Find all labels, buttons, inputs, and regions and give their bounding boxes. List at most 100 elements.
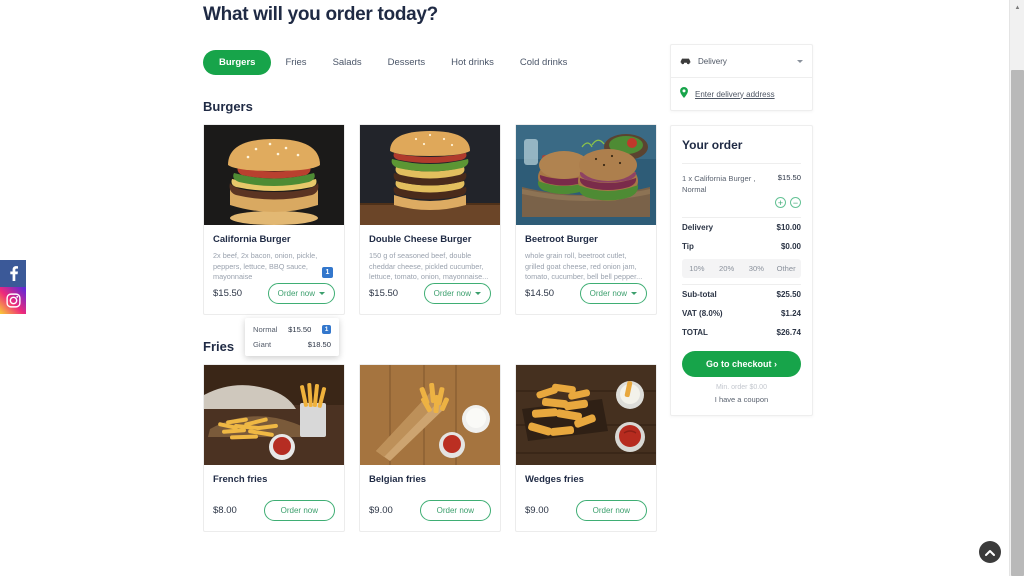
decrease-quantity-button[interactable]: − <box>790 197 801 208</box>
product-name: California Burger <box>213 234 291 245</box>
product-name: Wedges fries <box>525 474 584 485</box>
delivery-fee-row: Delivery $10.00 <box>682 218 801 237</box>
chevron-down-icon <box>475 292 481 295</box>
section-title-burgers: Burgers <box>203 99 253 114</box>
size-option-label: Giant <box>253 340 272 349</box>
product-card[interactable]: Belgian fries $9.00 Order now <box>359 364 501 532</box>
product-footer: $9.00 Order now <box>516 486 656 531</box>
order-page: What will you order today? Burgers Fries… <box>0 0 1024 576</box>
delivery-address-link[interactable]: Enter delivery address <box>695 90 803 99</box>
quantity-badge: 1 <box>322 267 333 278</box>
product-card[interactable]: Double Cheese Burger 150 g of seasoned b… <box>359 124 501 315</box>
product-description: whole grain roll, beetroot cutlet, grill… <box>525 251 643 281</box>
scrollbar-up-arrow[interactable]: ▲ <box>1010 0 1024 15</box>
order-now-button[interactable]: Order now <box>423 283 491 304</box>
location-pin-icon <box>680 85 688 103</box>
vat-row: VAT (8.0%) $1.24 <box>682 304 801 323</box>
delivery-method-select[interactable]: Delivery <box>671 45 812 78</box>
product-footer: $14.50 Order now <box>516 283 656 314</box>
product-footer: $15.50 Order now <box>360 283 500 314</box>
scrollbar-thumb[interactable] <box>1011 70 1024 576</box>
product-card[interactable]: Wedges fries $9.00 Order now <box>515 364 657 532</box>
delivery-address-row[interactable]: Enter delivery address <box>671 78 812 110</box>
product-card[interactable]: Beetroot Burger whole grain roll, beetro… <box>515 124 657 315</box>
product-price: $9.00 <box>525 505 549 516</box>
order-now-button[interactable]: Order now <box>575 500 647 521</box>
product-price: $8.00 <box>213 505 237 516</box>
go-to-checkout-button[interactable]: Go to checkout › <box>682 351 801 377</box>
product-name: French fries <box>213 474 268 485</box>
tab-burgers[interactable]: Burgers <box>203 50 272 75</box>
total-row: TOTAL $26.74 <box>682 323 801 342</box>
order-now-label: Order now <box>592 506 630 515</box>
size-option-normal[interactable]: Normal $15.50 1 <box>245 322 339 337</box>
tip-option-30[interactable]: 30% <box>742 259 772 278</box>
vat-value: $1.24 <box>780 309 801 318</box>
order-now-button[interactable]: Order now <box>419 500 491 521</box>
size-dropdown-menu[interactable]: Normal $15.50 1 Giant $18.50 <box>245 318 339 356</box>
subtotal-value: $25.50 <box>776 290 801 299</box>
min-order-note: Min. order $0.00 <box>716 384 767 391</box>
tip-option-10[interactable]: 10% <box>682 259 712 278</box>
product-name: Double Cheese Burger <box>369 234 472 245</box>
product-card[interactable]: French fries $8.00 Order now <box>203 364 345 532</box>
product-image-french-fries <box>204 365 344 465</box>
size-option-label: Normal <box>253 325 278 334</box>
total-value: $26.74 <box>776 328 801 337</box>
order-now-label: Order now <box>589 289 627 298</box>
your-order-panel: Your order 1 x California Burger , Norma… <box>670 125 813 416</box>
chevron-up-icon <box>985 549 995 556</box>
total-label: TOTAL <box>682 328 708 337</box>
increase-quantity-button[interactable]: + <box>775 197 786 208</box>
size-option-giant[interactable]: Giant $18.50 <box>245 337 339 352</box>
order-now-label: Order now <box>433 289 471 298</box>
product-name: Belgian fries <box>369 474 427 485</box>
product-footer: $8.00 Order now <box>204 486 344 531</box>
tip-option-20[interactable]: 20% <box>712 259 742 278</box>
order-item-name: 1 x California Burger , Normal <box>682 174 756 194</box>
subtotal-row: Sub-total $25.50 <box>682 284 801 304</box>
order-sidebar: Delivery Enter delivery address Your ord… <box>670 44 813 416</box>
chevron-down-icon <box>797 59 803 63</box>
order-now-label: Order now <box>277 289 315 298</box>
tip-label: Tip <box>682 242 694 251</box>
instagram-icon[interactable] <box>0 287 26 314</box>
product-card[interactable]: California Burger 2x beef, 2x bacon, oni… <box>203 124 345 315</box>
product-image-double-cheese-burger <box>360 125 500 225</box>
subtotal-label: Sub-total <box>682 290 717 299</box>
social-rail <box>0 260 26 314</box>
product-price: $15.50 <box>213 288 243 299</box>
product-price: $9.00 <box>369 505 393 516</box>
size-option-badge: 1 <box>322 325 331 334</box>
product-image-beetroot-burger <box>516 125 656 225</box>
tab-cold-drinks[interactable]: Cold drinks <box>508 50 580 75</box>
delivery-fee-value: $10.00 <box>776 223 801 232</box>
tip-value: $0.00 <box>780 242 801 251</box>
tab-desserts[interactable]: Desserts <box>376 50 437 75</box>
chevron-down-icon <box>319 292 325 295</box>
tab-hot-drinks[interactable]: Hot drinks <box>439 50 506 75</box>
page-title: What will you order today? <box>203 4 438 25</box>
delivery-fee-label: Delivery <box>682 223 714 232</box>
order-now-button[interactable]: Order now <box>267 283 335 304</box>
tip-options-group: 10% 20% 30% Other <box>682 259 801 278</box>
vat-label: VAT (8.0%) <box>682 309 723 318</box>
have-a-coupon-link[interactable]: I have a coupon <box>682 395 801 404</box>
tab-fries[interactable]: Fries <box>273 50 318 75</box>
main-content: What will you order today? Burgers Fries… <box>203 0 658 532</box>
product-price: $14.50 <box>525 288 555 299</box>
order-now-label: Order now <box>436 506 474 515</box>
scroll-to-top-button[interactable] <box>979 541 1001 563</box>
tab-salads[interactable]: Salads <box>321 50 374 75</box>
size-option-price: $15.50 <box>288 325 312 334</box>
order-now-button[interactable]: Order now <box>579 283 647 304</box>
product-price: $15.50 <box>369 288 399 299</box>
facebook-icon[interactable] <box>0 260 26 287</box>
delivery-panel: Delivery Enter delivery address <box>670 44 813 111</box>
page-scrollbar[interactable]: ▲ <box>1009 0 1024 576</box>
tip-option-other[interactable]: Other <box>771 259 801 278</box>
product-image-wedges-fries <box>516 365 656 465</box>
order-now-button[interactable]: Order now <box>263 500 335 521</box>
car-icon <box>680 52 691 70</box>
chevron-down-icon <box>631 292 637 295</box>
